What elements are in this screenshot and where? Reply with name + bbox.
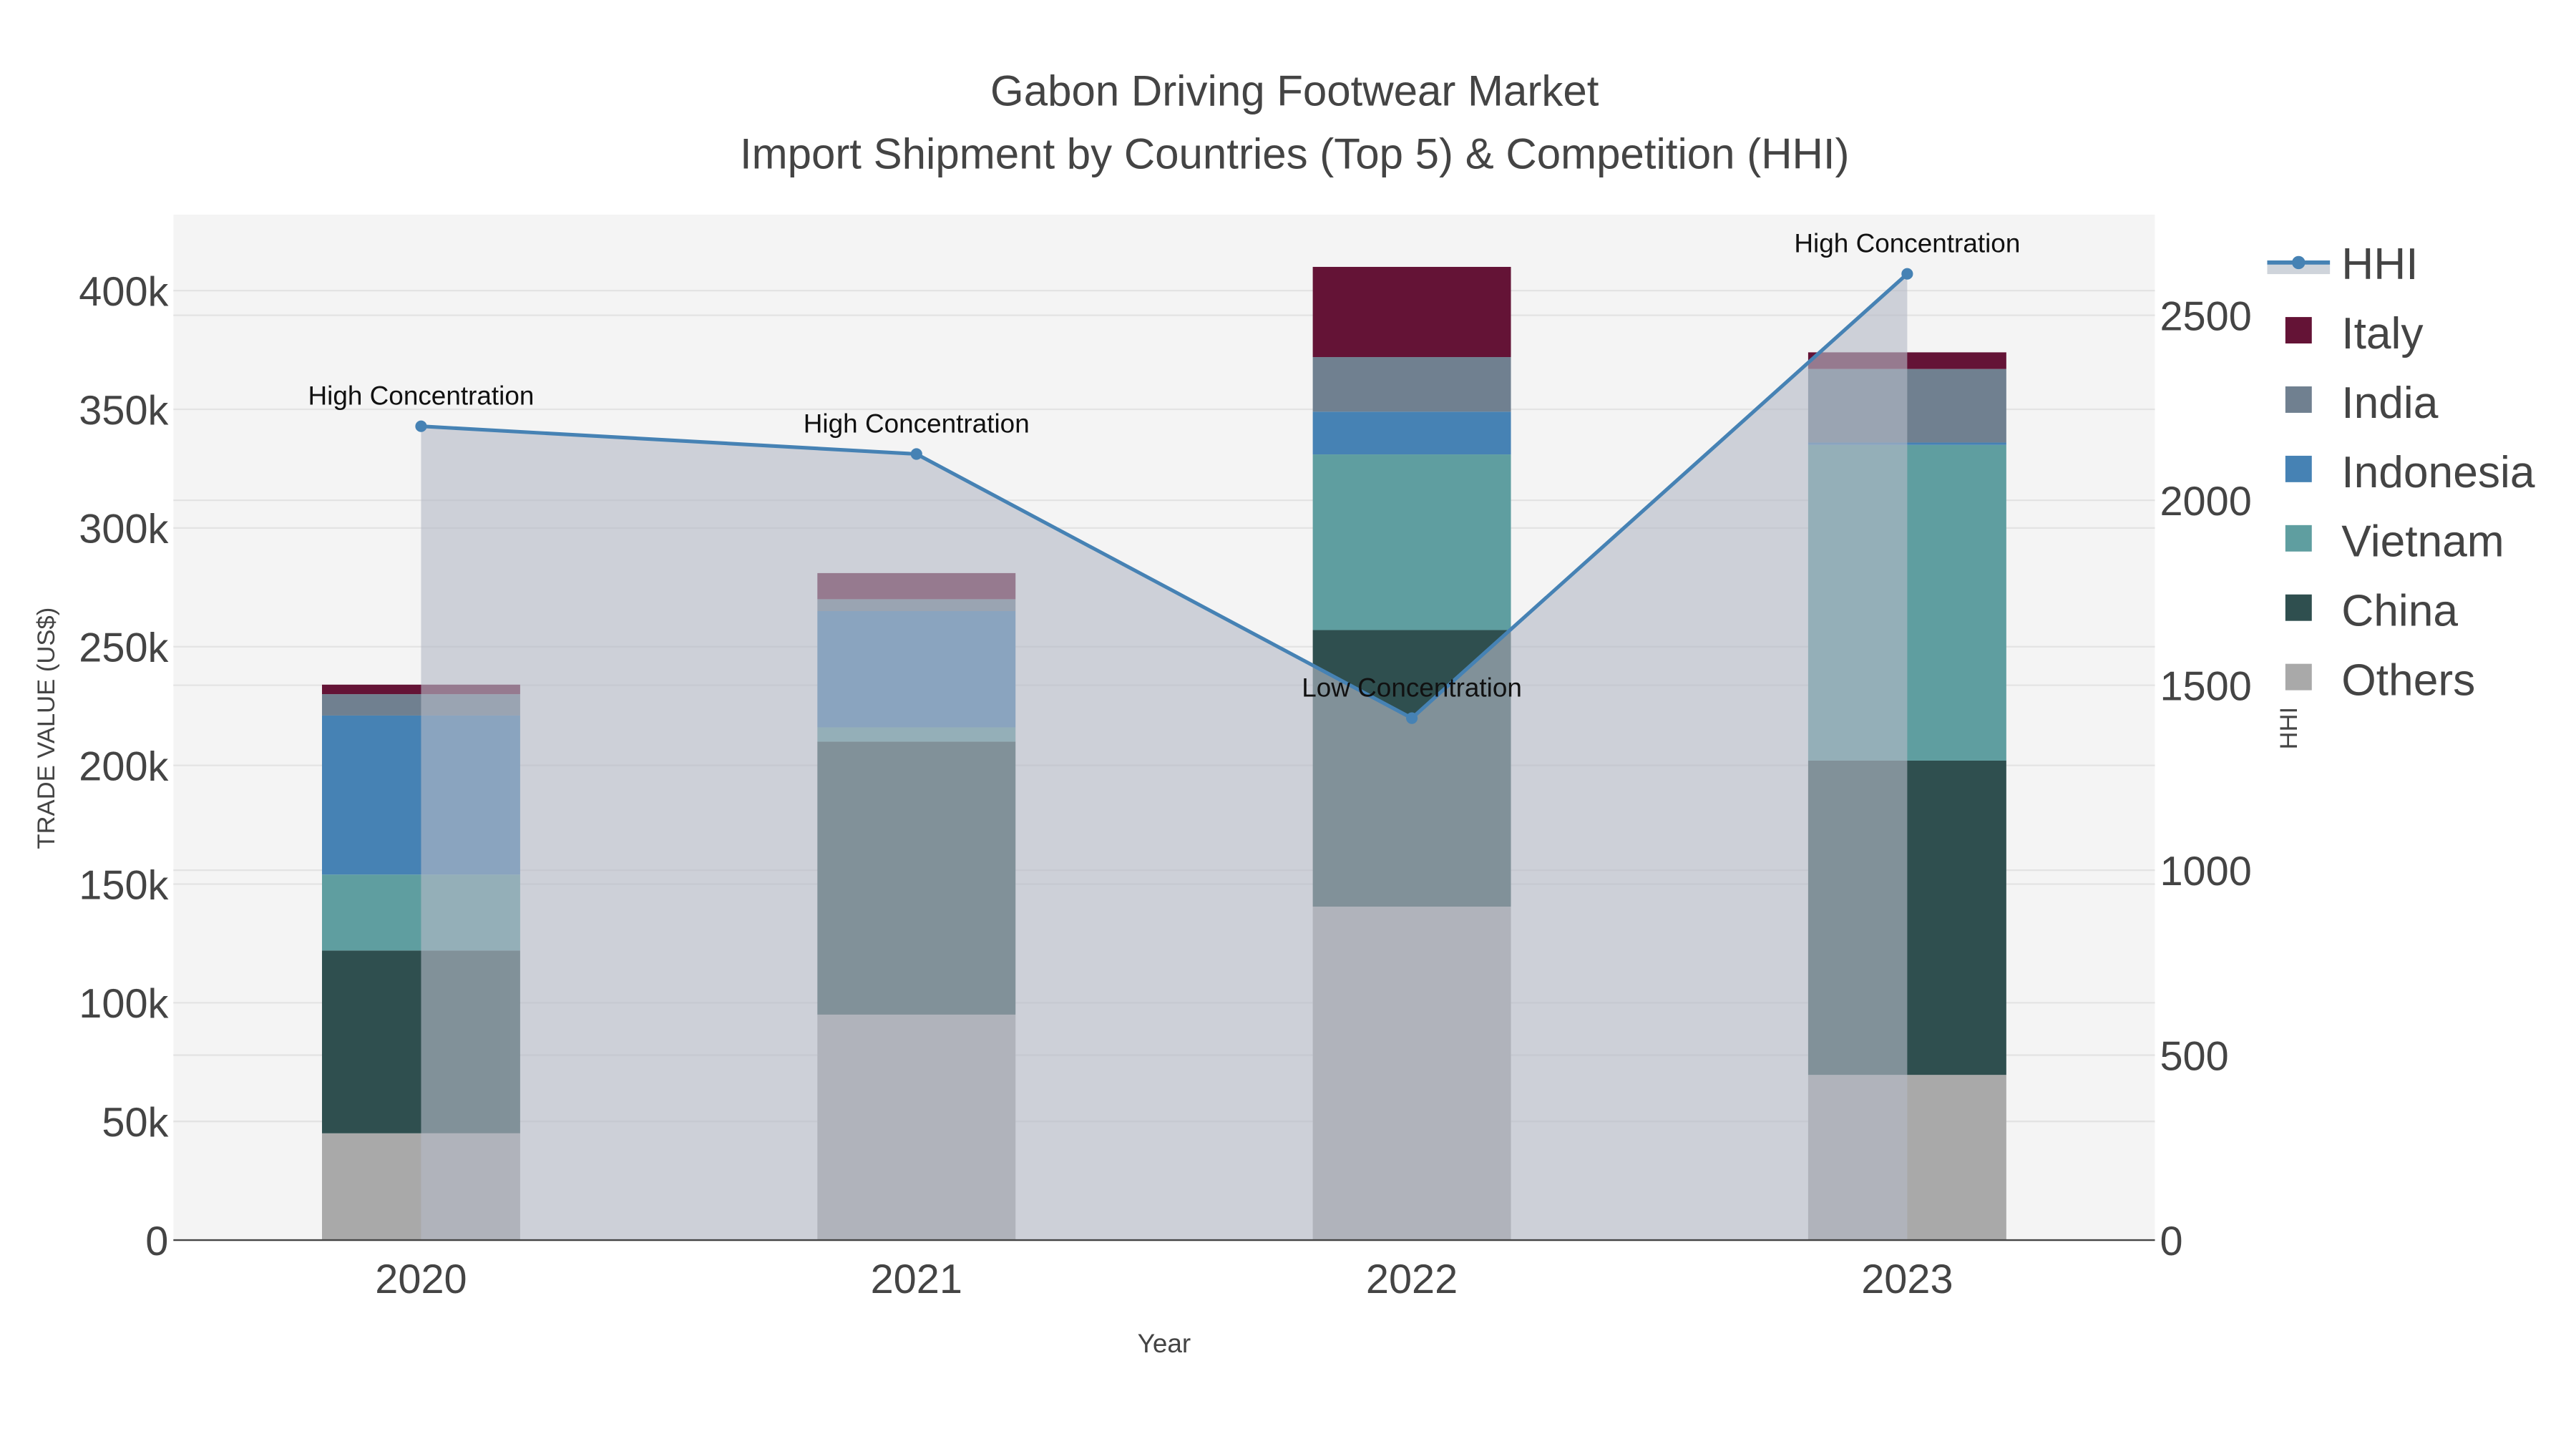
hhi-point: [1406, 712, 1418, 724]
hhi-annotation: High Concentration: [804, 409, 1030, 438]
y2-tick-label: 0: [2160, 1219, 2182, 1264]
legend-label-vietnam: Vietnam: [2341, 517, 2504, 567]
y2-tick-label: 1500: [2160, 663, 2251, 709]
hhi-point: [910, 448, 922, 460]
hhi-point: [1901, 268, 1913, 280]
x-tick-label: 2023: [1861, 1257, 1953, 1302]
hhi-point: [415, 420, 427, 432]
y2-tick-label: 2500: [2160, 293, 2251, 339]
y-tick-label: 100k: [79, 981, 168, 1027]
y2-tick-label: 500: [2160, 1033, 2228, 1079]
legend-label-india: India: [2341, 379, 2438, 428]
y-tick-label: 400k: [79, 269, 168, 315]
x-axis-title: Year: [1138, 1329, 1191, 1358]
chart-subtitle: Import Shipment by Countries (Top 5) & C…: [740, 130, 1850, 177]
bar-italy: [1312, 266, 1511, 358]
y2-tick-label: 2000: [2160, 479, 2251, 525]
bar-indonesia: [1312, 411, 1511, 455]
legend-label-others: Others: [2341, 656, 2475, 706]
x-tick-label: 2022: [1366, 1257, 1458, 1302]
hhi-annotation: High Concentration: [308, 381, 534, 411]
y-axis-title: TRADE VALUE (US$): [33, 608, 60, 849]
y-tick-label: 0: [145, 1219, 168, 1264]
legend-swatch-vietnam: [2285, 525, 2312, 552]
y-tick-label: 150k: [79, 862, 168, 908]
y-tick-label: 200k: [79, 743, 168, 789]
legend-swatch-india: [2285, 386, 2312, 413]
y2-axis-title: HHI: [2275, 707, 2303, 750]
legend-swatch-hhi-marker: [2292, 255, 2306, 270]
legend-label-china: China: [2341, 587, 2458, 636]
y2-tick-label: 1000: [2160, 849, 2251, 894]
bar-india: [1312, 357, 1511, 412]
y-tick-label: 350k: [79, 388, 168, 434]
hhi-annotation: Low Concentration: [1302, 673, 1522, 703]
legend-label-italy: Italy: [2341, 309, 2424, 358]
legend-label-hhi: HHI: [2341, 240, 2418, 289]
legend-label-indonesia: Indonesia: [2341, 448, 2535, 497]
legend-swatch-italy: [2285, 317, 2312, 343]
legend-swatch-china: [2285, 594, 2312, 621]
chart: 0 50k 100k 150k 200k 250k 300k 350k 400k 0 500 100…: [0, 0, 2576, 1449]
x-tick-label: 2021: [871, 1257, 962, 1302]
legend-swatch-indonesia: [2285, 455, 2312, 482]
bar-vietnam: [1312, 454, 1511, 630]
y-tick-label: 250k: [79, 625, 168, 671]
chart-title: Gabon Driving Footwear Market: [990, 67, 1599, 115]
y-tick-label: 300k: [79, 507, 168, 552]
hhi-annotation: High Concentration: [1794, 229, 2020, 258]
y-tick-label: 50k: [102, 1100, 168, 1146]
legend-swatch-others: [2285, 663, 2312, 691]
x-tick-label: 2020: [375, 1257, 467, 1302]
